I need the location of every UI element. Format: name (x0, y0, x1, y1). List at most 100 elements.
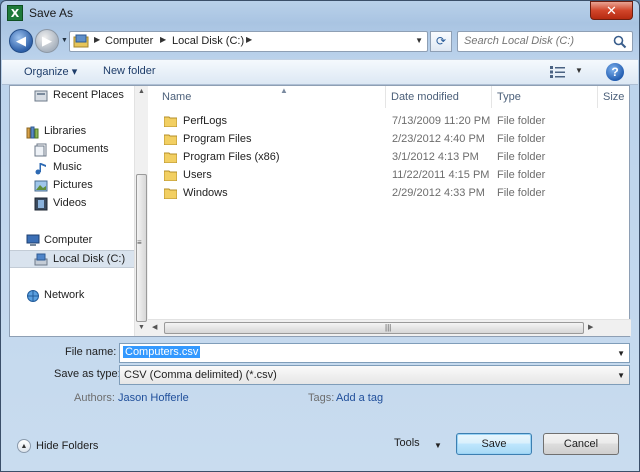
file-date: 2/29/2012 4:33 PM (392, 187, 485, 199)
scrollbar-thumb[interactable]: ||| (164, 322, 584, 334)
recent-places-icon (34, 90, 48, 102)
column-header-name[interactable]: Name ▲ (158, 86, 386, 108)
organize-button[interactable]: Organize ▾ (24, 65, 77, 78)
file-row[interactable]: Program Files (x86) 3/1/2012 4:13 PM Fil… (148, 149, 628, 167)
folder-icon (164, 116, 177, 127)
file-list: Name ▲ Date modified Type Size PerfLogs … (148, 86, 631, 336)
breadcrumb-computer[interactable]: Computer (105, 35, 153, 47)
chevron-up-icon: ▲ (17, 439, 31, 453)
folder-icon (164, 152, 177, 163)
libraries-icon (26, 126, 39, 139)
grip-icon: ≡ (137, 238, 142, 247)
excel-icon: X (7, 5, 23, 21)
file-row[interactable]: Windows 2/29/2012 4:33 PM File folder (148, 185, 628, 203)
computer-folder-icon (73, 34, 89, 48)
address-bar[interactable]: ▶ Computer ▶ Local Disk (C:) ▶ ▼ (69, 31, 428, 52)
file-type: File folder (497, 169, 546, 181)
nav-item-network[interactable]: Network (10, 287, 134, 305)
browser-area: Recent Places Libraries Documents Music … (9, 85, 631, 337)
chevron-down-icon[interactable]: ▼ (434, 441, 442, 450)
views-icon[interactable] (550, 66, 566, 78)
file-name-field[interactable]: Computers.csv ▼ (119, 343, 630, 363)
breadcrumb-separator[interactable]: ▶ (160, 35, 166, 44)
chevron-down-icon[interactable]: ▼ (617, 349, 625, 358)
close-button[interactable]: ✕ (590, 1, 633, 20)
new-folder-button[interactable]: New folder (103, 65, 156, 77)
navigation-pane: Recent Places Libraries Documents Music … (10, 86, 144, 336)
save-as-type-label: Save as type: (54, 368, 121, 380)
cancel-button[interactable]: Cancel (543, 433, 619, 455)
search-input[interactable] (464, 35, 604, 47)
scroll-down-icon[interactable]: ▼ (138, 324, 145, 331)
file-type: File folder (497, 151, 546, 163)
save-button[interactable]: Save (456, 433, 532, 455)
tools-button[interactable]: Tools (394, 437, 420, 449)
file-name: Program Files (183, 133, 252, 145)
nav-item-pictures[interactable]: Pictures (10, 177, 134, 195)
chevron-down-icon[interactable]: ▼ (617, 371, 625, 380)
command-bar: Organize ▾ New folder ▼ ? (2, 59, 638, 85)
save-as-type-select[interactable]: CSV (Comma delimited) (*.csv) ▼ (119, 365, 630, 385)
tags-label: Tags: (308, 392, 335, 404)
music-icon (35, 163, 46, 175)
refresh-button[interactable]: ⟳ (430, 31, 452, 52)
address-row: ◀ ▶ ▼ ▶ Computer ▶ Local Disk (C:) ▶ ▼ ⟳ (1, 27, 639, 57)
nav-item-recent-places[interactable]: Recent Places (10, 87, 134, 105)
nav-item-label: Pictures (53, 179, 93, 191)
column-header-date[interactable]: Date modified (387, 86, 492, 108)
file-name-label: File name: (65, 346, 117, 358)
nav-item-libraries[interactable]: Libraries (10, 123, 134, 141)
pictures-icon (34, 180, 48, 192)
help-icon[interactable]: ? (606, 63, 624, 81)
nav-item-label: Music (53, 161, 82, 173)
hide-folders-label: Hide Folders (36, 440, 99, 452)
scroll-up-icon[interactable]: ▲ (138, 88, 145, 95)
navigation-pane-scrollbar[interactable]: ▲ ≡ ▼ (134, 86, 148, 336)
breadcrumb-separator[interactable]: ▶ (246, 35, 252, 44)
scroll-right-icon[interactable]: ▶ (588, 323, 593, 331)
nav-item-label: Recent Places (53, 89, 124, 101)
scroll-left-icon[interactable]: ◀ (152, 323, 157, 331)
authors-value[interactable]: Jason Hofferle (118, 392, 189, 404)
documents-icon (34, 143, 47, 157)
local-disk-icon (34, 253, 48, 266)
save-as-dialog: X Save As ✕ ◀ ▶ ▼ ▶ Computer ▶ Local Dis… (0, 0, 640, 472)
chevron-down-icon[interactable]: ▼ (415, 36, 423, 45)
window-title: Save As (29, 6, 74, 20)
nav-item-label: Libraries (44, 125, 87, 137)
grip-icon: ||| (385, 323, 392, 332)
file-list-scrollbar[interactable]: ◀ ||| ▶ (148, 319, 631, 336)
recent-pages-dropdown[interactable]: ▼ (61, 37, 68, 44)
search-box[interactable] (457, 31, 633, 52)
folder-icon (164, 188, 177, 199)
organize-label: Organize (24, 66, 69, 78)
file-date: 7/13/2009 11:20 PM (392, 115, 491, 127)
nav-item-local-disk[interactable]: Local Disk (C:) (10, 250, 134, 268)
search-icon[interactable] (613, 35, 627, 49)
column-header-type[interactable]: Type (493, 86, 598, 108)
scrollbar-thumb[interactable] (136, 174, 147, 322)
file-name-value[interactable]: Computers.csv (123, 346, 201, 358)
breadcrumb-local-disk[interactable]: Local Disk (C:) (172, 35, 244, 47)
tags-value[interactable]: Add a tag (336, 392, 383, 404)
file-date: 2/23/2012 4:40 PM (392, 133, 485, 145)
forward-button[interactable]: ▶ (35, 29, 59, 53)
nav-item-label: Local Disk (C:) (53, 253, 126, 265)
nav-item-videos[interactable]: Videos (10, 195, 134, 213)
file-type: File folder (497, 133, 546, 145)
file-row[interactable]: Program Files 2/23/2012 4:40 PM File fol… (148, 131, 628, 149)
nav-item-label: Computer (44, 234, 93, 246)
nav-item-computer[interactable]: Computer (10, 232, 134, 250)
file-name: Users (183, 169, 212, 181)
file-row[interactable]: PerfLogs 7/13/2009 11:20 PM File folder (148, 113, 628, 131)
save-as-type-value: CSV (Comma delimited) (*.csv) (124, 369, 277, 381)
views-dropdown[interactable]: ▼ (575, 66, 583, 75)
column-header-size[interactable]: Size (599, 86, 631, 108)
file-name: PerfLogs (183, 115, 228, 127)
back-button[interactable]: ◀ (9, 29, 33, 53)
breadcrumb-separator[interactable]: ▶ (94, 35, 100, 44)
file-row[interactable]: Users 11/22/2011 4:15 PM File folder (148, 167, 628, 185)
nav-item-documents[interactable]: Documents (10, 141, 134, 159)
nav-item-label: Network (44, 289, 85, 301)
nav-item-music[interactable]: Music (10, 159, 134, 177)
